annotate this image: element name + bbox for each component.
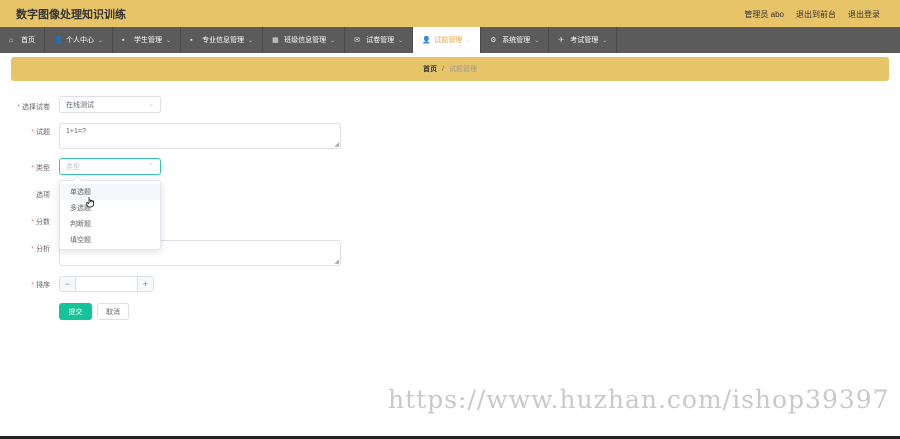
home-icon: ⌂ (9, 36, 14, 44)
nav-item-1[interactable]: 👤 个人中心 ⌄ (45, 27, 114, 53)
nav-item-3[interactable]: ▪ 专业信息管理 ⌄ (181, 27, 264, 53)
chevron-down-icon: ⌄ (330, 37, 336, 44)
main-nav: ⌂ 首页 👤 个人中心 ⌄ ▪ 学生管理 ⌄ ▪ 专业信息管理 ⌄ ▦ 班级信息管理 ⌄ ✉ 试卷管理 ⌄ 👤 试题… (0, 27, 900, 53)
chevron-down-icon: ⌄ (166, 37, 172, 44)
paper-label: * 选择试卷 (17, 103, 50, 111)
question-textarea[interactable]: 1+1=? ◢ (59, 123, 341, 149)
type-option[interactable]: 多选题 (60, 200, 160, 216)
question-row: * 试题 (10, 123, 54, 140)
chat-icon: ▪ (122, 36, 125, 44)
nav-item-label: 系统管理 (502, 37, 531, 44)
user-icon: 👤 (54, 37, 63, 44)
order-label: * 排序 (31, 281, 50, 289)
nav-item-7[interactable]: ⚙ 系统管理 ⌄ (481, 27, 550, 53)
nav-item-label: 班级信息管理 (284, 37, 327, 44)
chevron-down-icon: ⌄ (534, 37, 540, 44)
resize-handle-icon[interactable]: ◢ (334, 258, 339, 265)
chevron-down-icon: ⌄ (248, 37, 254, 44)
question-label: * 试题 (31, 128, 50, 136)
paper-select-value: 在线测试 (66, 101, 94, 109)
options-row: 选项 (10, 186, 54, 203)
top-links: 管理员 abo 退出到前台 退出登录 (744, 9, 880, 20)
chevron-up-icon: ⌃ (148, 163, 154, 170)
paper-row: * 选择试卷 (10, 98, 54, 115)
order-input[interactable] (76, 277, 137, 291)
decrement-button[interactable]: − (60, 277, 76, 291)
order-row: * 排序 (10, 276, 54, 293)
type-dropdown: 单选题 多选题 判断题 填空题 (59, 175, 161, 250)
hand-cursor-icon (86, 197, 94, 208)
chat-icon: ▪ (190, 36, 193, 44)
increment-button[interactable]: + (137, 277, 153, 291)
nav-item-4[interactable]: ▦ 班级信息管理 ⌄ (263, 27, 346, 53)
watermark-text: https://www.huzhan.com/ishop39397 (388, 385, 890, 414)
chevron-down-icon: ⌄ (398, 37, 404, 44)
admin-label: 管理员 abo (744, 10, 784, 19)
type-option[interactable]: 判断题 (60, 216, 160, 232)
type-select-placeholder: 类型 (66, 163, 80, 171)
pin-icon: ✈ (558, 37, 565, 44)
nav-item-8[interactable]: ✈ 考试管理 ⌄ (549, 27, 618, 53)
nav-item-label: 试题管理 (434, 37, 463, 44)
nav-item-label: 专业信息管理 (202, 37, 245, 44)
nav-item-2[interactable]: ▪ 学生管理 ⌄ (113, 27, 182, 53)
nav-item-5[interactable]: ✉ 试卷管理 ⌄ (345, 27, 414, 53)
type-label: * 类型 (31, 164, 50, 172)
type-select[interactable]: 类型 ⌃ (59, 158, 161, 175)
nav-item-label: 学生管理 (134, 37, 163, 44)
chevron-down-icon: ⌄ (602, 37, 608, 44)
chevron-down-icon: ⌄ (98, 37, 104, 44)
breadcrumb-separator: / (442, 65, 444, 73)
top-header: 数字图像处理知识训练 管理员 abo 退出到前台 退出登录 (0, 0, 900, 27)
paper-select[interactable]: 在线测试 ⌄ (59, 96, 161, 113)
chevron-down-icon: ⌄ (466, 37, 472, 44)
submit-button[interactable]: 提交 (59, 303, 92, 320)
score-label: * 分数 (31, 218, 50, 226)
analysis-row: * 分析 (10, 240, 54, 257)
nav-item-0[interactable]: ⌂ 首页 (0, 27, 45, 53)
breadcrumb-home[interactable]: 首页 (423, 64, 437, 74)
breadcrumb-current: 试题管理 (448, 66, 477, 73)
breadcrumb: 首页 / 试题管理 (11, 57, 889, 81)
order-stepper[interactable]: − + (59, 276, 154, 292)
app-title: 数字图像处理知识训练 (16, 9, 126, 21)
back-to-front-link[interactable]: 退出到前台 (796, 9, 836, 20)
user-icon: 👤 (422, 37, 431, 44)
logout-link[interactable]: 退出登录 (848, 9, 880, 20)
type-option[interactable]: 单选题 (60, 184, 160, 200)
chevron-down-icon: ⌄ (148, 101, 154, 108)
nav-item-label: 考试管理 (570, 37, 599, 44)
mail-icon: ✉ (354, 37, 360, 44)
resize-handle-icon[interactable]: ◢ (334, 141, 339, 148)
score-row: * 分数 (10, 213, 54, 230)
type-option[interactable]: 填空题 (60, 232, 160, 248)
nav-item-label: 首页 (21, 37, 35, 44)
nav-item-label: 个人中心 (66, 37, 94, 44)
cancel-button[interactable]: 取消 (97, 303, 129, 320)
options-label: 选项 (36, 191, 50, 199)
grid-icon: ▦ (272, 37, 279, 44)
nav-item-label: 试卷管理 (366, 37, 395, 44)
analysis-label: * 分析 (31, 245, 50, 253)
question-value: 1+1=? (66, 128, 86, 135)
type-row: * 类型 (10, 159, 54, 176)
nav-item-6[interactable]: 👤 试题管理 ⌄ (413, 27, 482, 53)
gear-icon: ⚙ (490, 37, 497, 44)
